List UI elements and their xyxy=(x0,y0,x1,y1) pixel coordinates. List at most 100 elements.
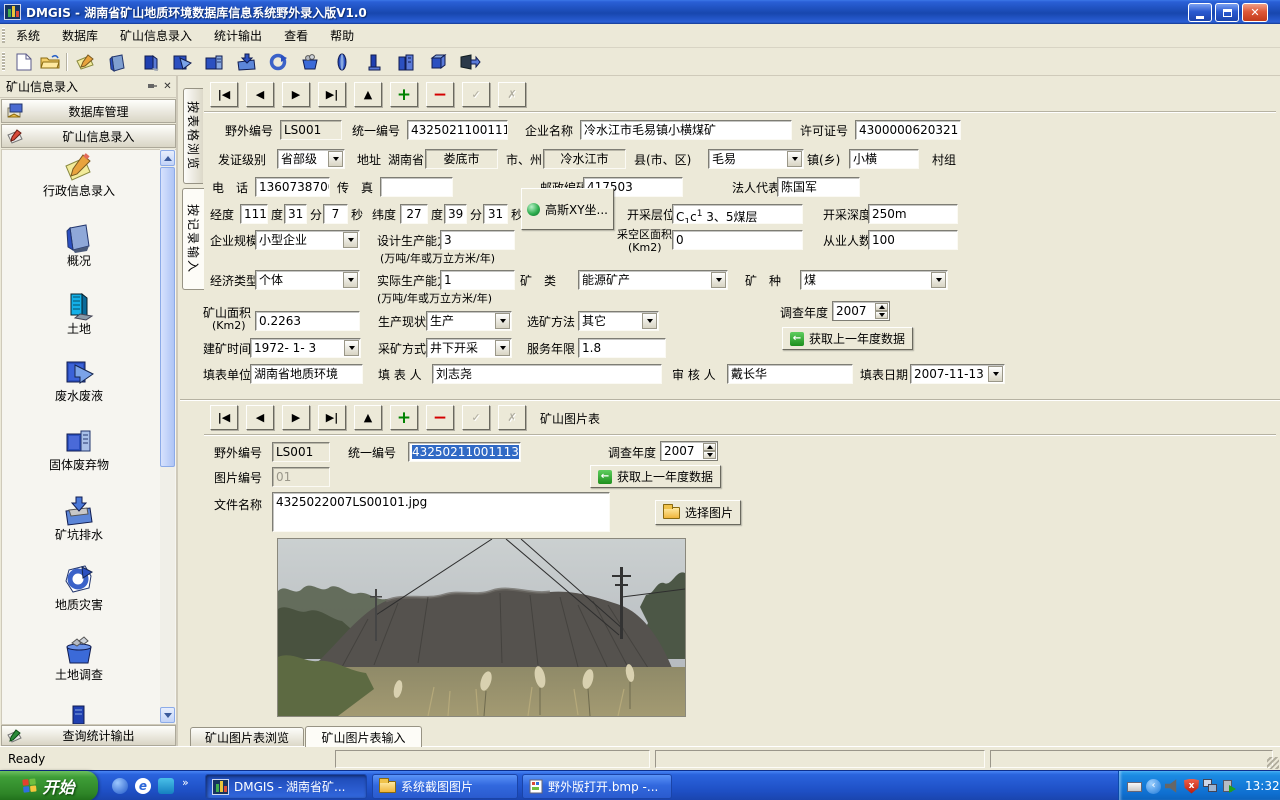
toolbar-box-icon[interactable] xyxy=(426,51,450,73)
nav2-last-button[interactable]: ▶| xyxy=(318,405,346,430)
build-date-select[interactable]: 1972- 1- 3 xyxy=(250,338,361,358)
chevron-down-icon[interactable] xyxy=(988,366,1003,382)
enterprise-scale-select[interactable]: 小型企业 xyxy=(255,230,360,250)
filler-input[interactable]: 刘志尧 xyxy=(432,364,662,384)
cert-level-select[interactable]: 省部级 xyxy=(277,149,345,169)
fill-unit-input[interactable]: 湖南省地质环境 xyxy=(250,364,363,384)
nav2-first-button[interactable]: |◀ xyxy=(210,405,238,430)
survey-year-spinner[interactable]: 2007 xyxy=(832,301,890,321)
ie-icon[interactable]: e xyxy=(135,778,151,794)
tab-photo-entry[interactable]: 矿山图片表输入 xyxy=(305,726,422,747)
sidebar-item-land[interactable]: 土地 xyxy=(24,322,134,336)
nav1-confirm-button[interactable]: ✓ xyxy=(462,82,490,107)
nav2-top-button[interactable]: ▲ xyxy=(354,405,382,430)
picture-no-input[interactable]: 01 xyxy=(272,467,330,487)
license-input[interactable]: 4300000620321 xyxy=(855,120,961,140)
toolbar-wastewater-icon[interactable] xyxy=(170,51,194,73)
menu-mine-info-entry[interactable]: 矿山信息录入 xyxy=(120,27,192,44)
menu-system[interactable]: 系统 xyxy=(16,27,40,44)
tab-table-browse[interactable]: 按表格浏览 xyxy=(183,88,203,184)
chevron-down-icon[interactable] xyxy=(711,272,726,288)
nav2-add-button[interactable]: + xyxy=(390,405,418,430)
chevron-down-icon[interactable] xyxy=(787,151,802,167)
lat-sec-input[interactable]: 31 xyxy=(483,204,508,224)
toolbar-overview-icon[interactable] xyxy=(106,51,130,73)
fill-date-select[interactable]: 2007-11-13 xyxy=(910,364,1005,384)
menu-statistics-output[interactable]: 统计输出 xyxy=(214,27,262,44)
prefecture-field[interactable]: 冷水江市 xyxy=(543,149,626,169)
enterprise-name-input[interactable]: 冷水江市毛易镇小横煤矿 xyxy=(580,120,792,140)
menu-help[interactable]: 帮助 xyxy=(330,27,354,44)
mining-depth-input[interactable]: 250m xyxy=(868,204,958,224)
nav1-last-button[interactable]: ▶| xyxy=(318,82,346,107)
sidebar-item-geohazard[interactable]: 地质灾害 xyxy=(24,598,134,612)
land-survey-icon[interactable] xyxy=(63,634,95,666)
chevron-down-icon[interactable] xyxy=(931,272,946,288)
chevron-down-icon[interactable] xyxy=(343,232,358,248)
production-status-select[interactable]: 生产 xyxy=(426,311,512,331)
lon-min-input[interactable]: 31 xyxy=(284,204,307,224)
toolbar-column-icon[interactable] xyxy=(362,51,386,73)
pin-icon[interactable] xyxy=(144,79,159,94)
solid-waste-icon[interactable] xyxy=(63,426,95,458)
lat-deg-input[interactable]: 27 xyxy=(400,204,428,224)
nav2-cancel-button[interactable]: ✗ xyxy=(498,405,526,430)
field-no-input[interactable]: LS001 xyxy=(280,120,342,140)
county-select[interactable]: 毛易 xyxy=(708,149,804,169)
sidebar-group-database[interactable]: 数据库管理 xyxy=(1,99,176,123)
choose-picture-button[interactable]: 选择图片 xyxy=(655,500,741,525)
legal-rep-input[interactable]: 陈国军 xyxy=(777,177,860,197)
land-icon[interactable] xyxy=(63,290,95,322)
quick-launch-icon-3[interactable] xyxy=(158,778,174,794)
nav1-next-button[interactable]: ▶ xyxy=(282,82,310,107)
minimize-button[interactable] xyxy=(1188,3,1212,22)
new-file-icon[interactable] xyxy=(12,51,36,73)
file-name-input[interactable]: 4325022007LS00101.jpg xyxy=(272,492,610,532)
lat-min-input[interactable]: 39 xyxy=(444,204,467,224)
scrollbar-thumb[interactable] xyxy=(160,167,175,467)
toolbar-solid-waste-icon[interactable] xyxy=(202,51,226,73)
uid-input[interactable]: 43250211001113 xyxy=(407,120,508,140)
nav1-cancel-button[interactable]: ✗ xyxy=(498,82,526,107)
nav1-first-button[interactable]: |◀ xyxy=(210,82,238,107)
chevron-down-icon[interactable] xyxy=(343,272,358,288)
panel-splitter[interactable] xyxy=(180,399,1280,401)
task-bmp-file[interactable]: 野外版打开.bmp -... xyxy=(522,774,672,799)
toolbar-pit-drainage-icon[interactable] xyxy=(234,51,258,73)
nav2-delete-button[interactable]: − xyxy=(426,405,454,430)
sidebar-item-wastewater[interactable]: 废水废液 xyxy=(24,389,134,403)
nav1-prev-button[interactable]: ◀ xyxy=(246,82,274,107)
open-folder-icon[interactable] xyxy=(38,51,62,73)
actual-capacity-input[interactable]: 1 xyxy=(440,270,515,290)
spinner-up-icon[interactable] xyxy=(875,303,888,311)
close-button[interactable]: ✕ xyxy=(1242,3,1268,22)
sidebar-group-mine-entry[interactable]: 矿山信息录入 xyxy=(1,124,176,148)
nav2-confirm-button[interactable]: ✓ xyxy=(462,405,490,430)
resize-grip[interactable] xyxy=(1267,757,1279,769)
security-shield-icon[interactable]: x xyxy=(1184,779,1199,794)
task-screenshot-folder[interactable]: 系统截图图片 xyxy=(372,774,518,799)
chevron-down-icon[interactable] xyxy=(642,313,657,329)
tab-photo-browse[interactable]: 矿山图片表浏览 xyxy=(190,727,304,746)
toolbar-land-survey-icon[interactable] xyxy=(298,51,322,73)
toolbar-admin-entry-icon[interactable] xyxy=(74,51,98,73)
lon-deg-input[interactable]: 111 xyxy=(240,204,268,224)
spinner-up-icon[interactable] xyxy=(703,443,716,451)
sidebar-group-query-output[interactable]: 查询统计输出 xyxy=(1,725,176,746)
chevron-down-icon[interactable] xyxy=(328,151,343,167)
economic-type-select[interactable]: 个体 xyxy=(255,270,360,290)
scroll-up-button[interactable] xyxy=(160,150,175,166)
chevron-down-icon[interactable] xyxy=(495,313,510,329)
toolbar-geohazard-icon[interactable] xyxy=(266,51,290,73)
nav2-next-button[interactable]: ▶ xyxy=(282,405,310,430)
admin-info-entry-icon[interactable] xyxy=(63,152,95,184)
tab-record-entry[interactable]: 按记录输入 xyxy=(182,188,204,290)
sidebar-item-pit-drainage[interactable]: 矿坑排水 xyxy=(24,528,134,542)
phone-input[interactable]: 13607387000 xyxy=(255,177,330,197)
mine-area-input[interactable]: 0.2263 xyxy=(255,311,360,331)
quick-launch-icon-1[interactable] xyxy=(112,778,128,794)
network-monitors-icon[interactable] xyxy=(1203,779,1218,794)
spinner-down-icon[interactable] xyxy=(703,451,716,459)
toolbar-buildings-icon[interactable] xyxy=(394,51,418,73)
beneficiation-select[interactable]: 其它 xyxy=(578,311,659,331)
